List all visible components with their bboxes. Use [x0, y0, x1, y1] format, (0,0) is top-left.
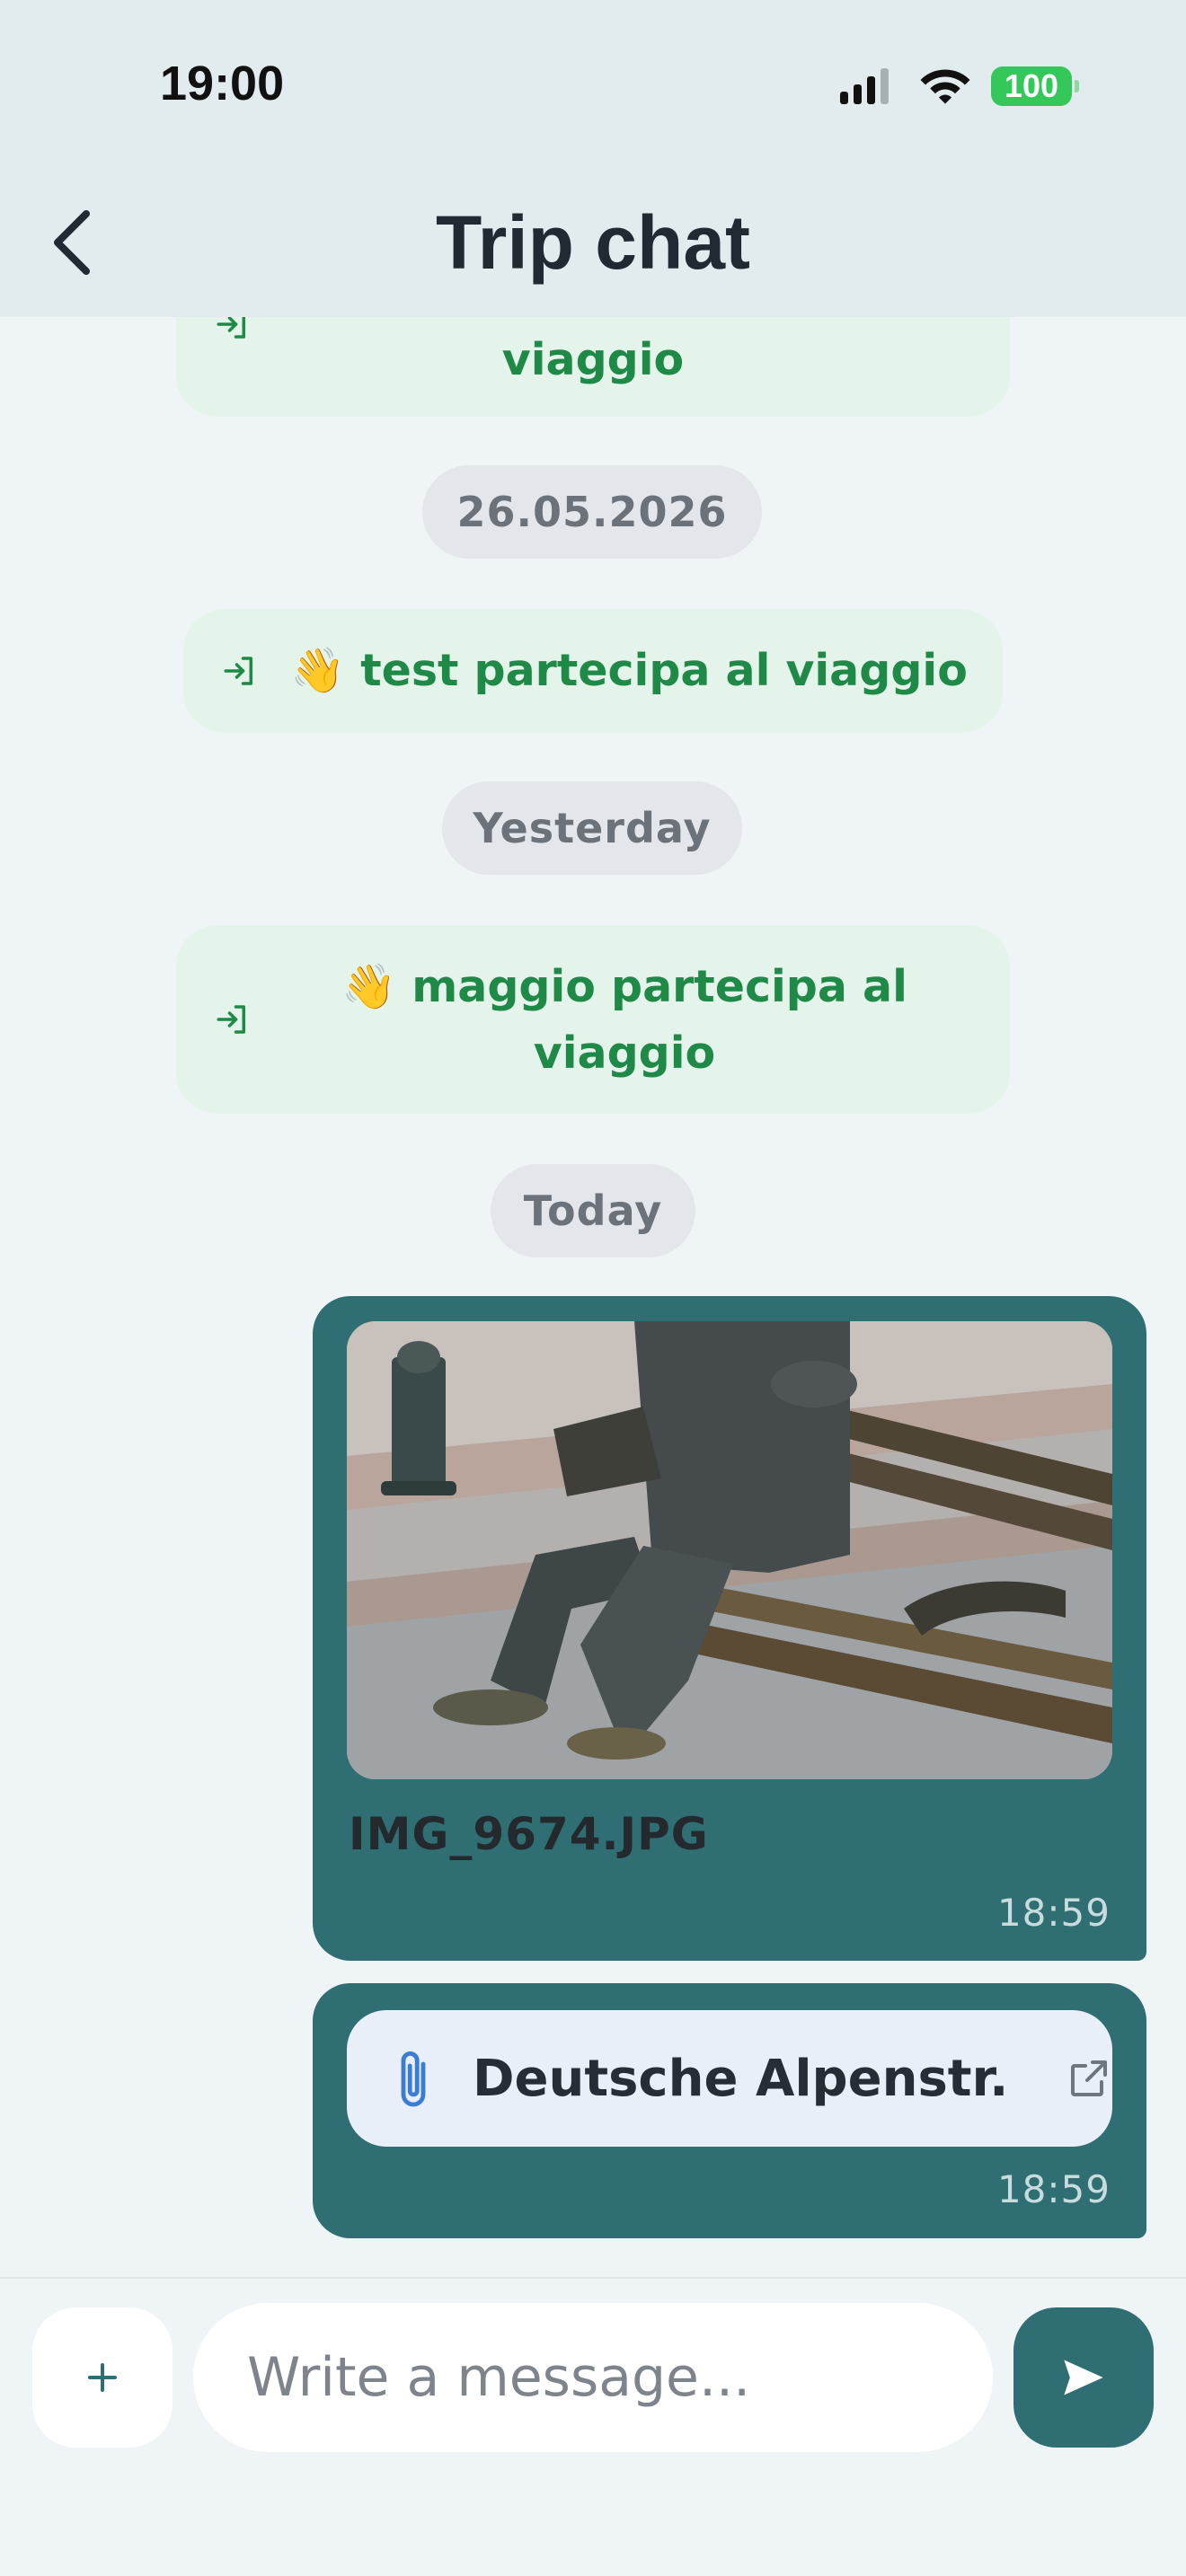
page-title: Trip chat	[435, 200, 751, 285]
message-input[interactable]	[193, 2303, 993, 2452]
wifi-icon	[920, 69, 970, 104]
send-icon	[1064, 2360, 1103, 2395]
message-time: 18:59	[996, 1891, 1111, 1935]
system-message-text: test partecipa al viaggio	[360, 645, 968, 696]
paperclip-icon	[401, 2051, 426, 2107]
top-bar: 19:00 100 Trip chat	[0, 0, 1186, 317]
wave-emoji: 👋	[290, 645, 346, 696]
date-separator: 26.05.2026	[422, 465, 762, 559]
system-message-text: maggio partecipa al	[412, 961, 907, 1012]
battery-level: 100	[1004, 67, 1059, 104]
add-attachment-button[interactable]	[32, 2307, 173, 2448]
external-link-icon[interactable]	[1067, 2057, 1111, 2100]
attachment-file-name: Deutsche Alpenstr...	[473, 2050, 1012, 2108]
date-separator: Yesterday	[442, 781, 742, 875]
message-time: 18:59	[996, 2167, 1111, 2211]
send-button[interactable]	[1013, 2307, 1154, 2448]
system-message-join: 👋 maggio partecipa al viaggio	[176, 925, 1010, 1114]
message-composer	[0, 2277, 1186, 2576]
system-message-text: viaggio	[501, 334, 685, 385]
photo-message-bubble[interactable]: IMG_9674.JPG 18:59	[313, 1296, 1146, 1961]
system-message-text: viaggio	[533, 1028, 716, 1079]
join-icon	[217, 1005, 245, 1034]
plus-icon	[88, 2363, 117, 2392]
photo-file-name: IMG_9674.JPG	[349, 1808, 709, 1860]
battery-icon: 100	[991, 66, 1079, 106]
system-message-join: 👋 test partecipa al viaggio	[183, 609, 1003, 733]
join-icon	[224, 657, 252, 685]
photo-thumbnail[interactable]	[347, 1321, 1112, 1779]
wave-emoji: 👋	[341, 961, 397, 1012]
signal-icon	[840, 68, 889, 104]
file-attachment-card[interactable]: Deutsche Alpenstr...	[347, 2010, 1112, 2147]
file-message-bubble[interactable]: Deutsche Alpenstr... 18:59	[313, 1983, 1146, 2238]
status-time: 19:00	[160, 57, 285, 110]
date-separator: Today	[491, 1164, 695, 1257]
